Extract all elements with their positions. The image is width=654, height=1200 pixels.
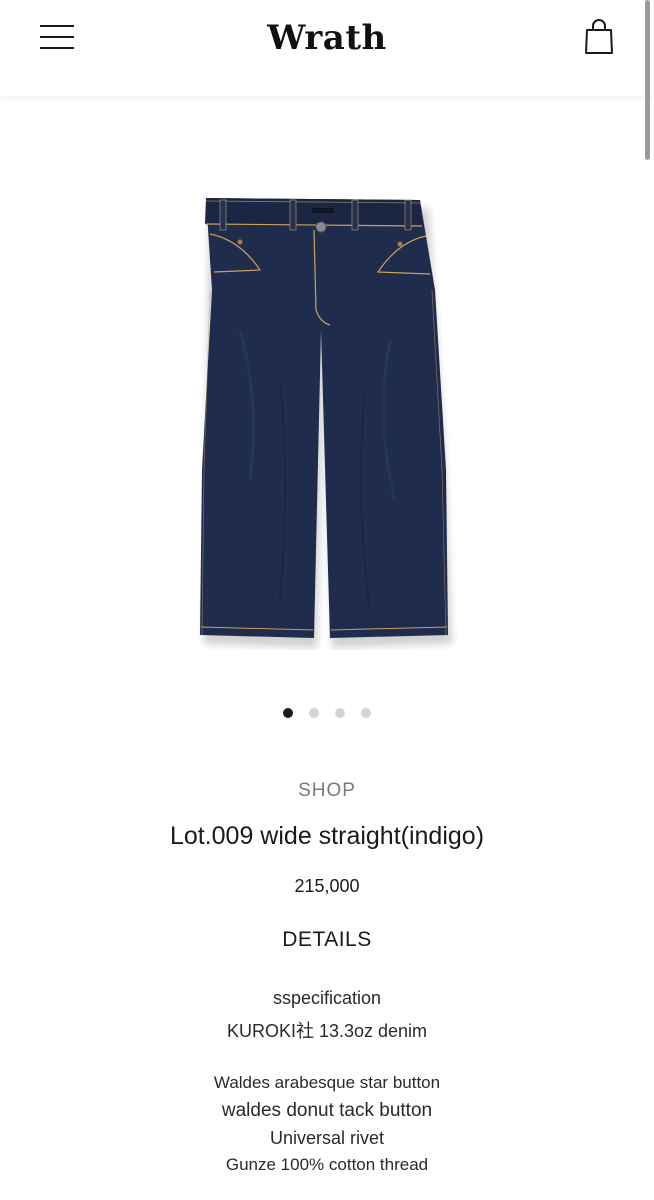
site-logo[interactable]: Wrath bbox=[0, 18, 654, 58]
spec-line: Universal rivet bbox=[269, 1128, 385, 1148]
carousel-dot-1[interactable] bbox=[283, 708, 293, 718]
shopping-bag-icon[interactable] bbox=[582, 18, 616, 56]
carousel-dot-3[interactable] bbox=[335, 708, 345, 718]
carousel-dot-4[interactable] bbox=[361, 708, 371, 718]
site-header: Wrath bbox=[0, 0, 654, 96]
details-heading: DETAILS bbox=[282, 928, 372, 951]
spec-line: sspecification bbox=[272, 988, 382, 1008]
spec-line: KUROKI社 13.3oz denim bbox=[226, 1021, 428, 1041]
spec-line: Waldes arabesque star button bbox=[213, 1073, 441, 1092]
carousel-dot-2[interactable] bbox=[309, 708, 319, 718]
category-link[interactable]: SHOP bbox=[0, 780, 654, 802]
product-price: 215,000 bbox=[294, 876, 360, 896]
product-image[interactable] bbox=[180, 180, 470, 650]
carousel-pagination bbox=[0, 708, 654, 718]
spec-line: Gunze 100% cotton thread bbox=[225, 1155, 429, 1174]
product-title: Lot.009 wide straight(indigo) bbox=[169, 822, 485, 850]
scrollbar[interactable] bbox=[645, 0, 650, 160]
spec-line: waldes donut tack button bbox=[221, 1100, 433, 1121]
